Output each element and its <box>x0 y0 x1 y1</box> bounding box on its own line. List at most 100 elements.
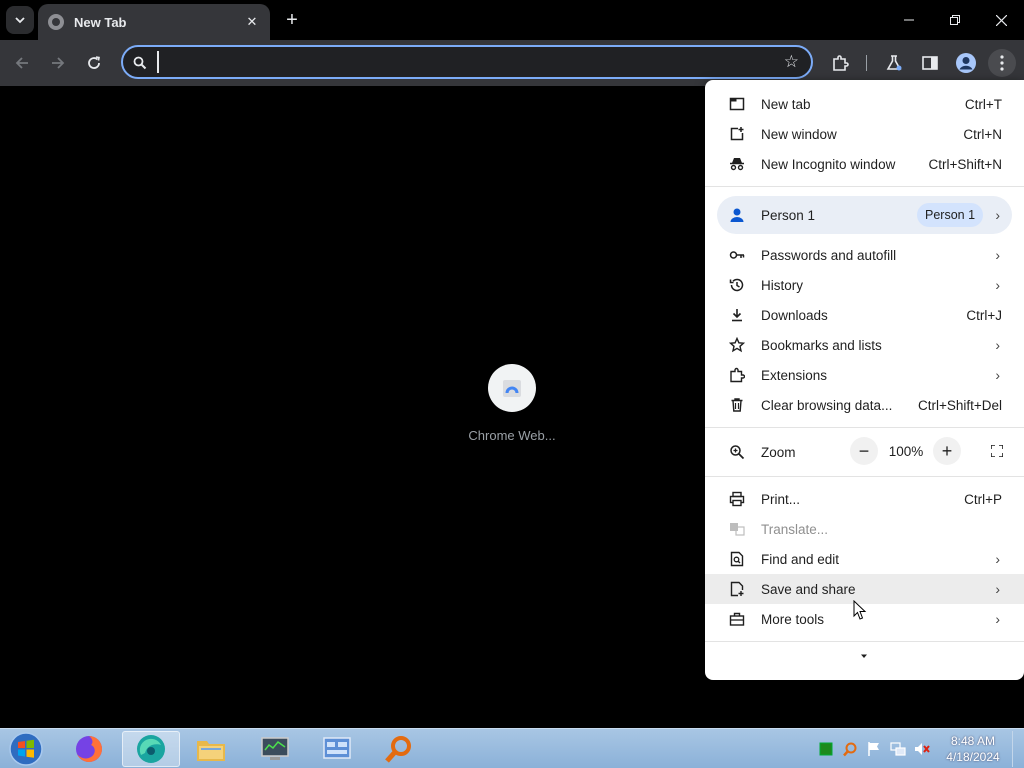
globe-icon <box>48 14 64 30</box>
find-page-icon <box>729 551 745 567</box>
fullscreen-button[interactable] <box>983 437 1011 465</box>
minimize-icon <box>904 19 914 21</box>
taskbar-app-search[interactable] <box>370 731 428 767</box>
menu-item-incognito[interactable]: New Incognito window Ctrl+Shift+N <box>705 149 1024 179</box>
caret-down-icon[interactable] <box>860 652 868 660</box>
reload-icon <box>88 56 100 69</box>
history-icon <box>729 277 745 293</box>
menu-item-downloads[interactable]: Downloads Ctrl+J <box>705 300 1024 330</box>
arrow-right-icon <box>52 57 65 69</box>
chevron-right-icon: › <box>995 551 1000 567</box>
trash-icon <box>729 397 745 413</box>
network-icon[interactable] <box>890 741 906 757</box>
zoom-value: 100% <box>888 444 924 459</box>
windows-logo-icon <box>9 732 43 766</box>
restore-button[interactable] <box>932 0 978 40</box>
download-icon <box>729 307 745 323</box>
mouse-cursor-icon <box>853 600 867 620</box>
reload-button[interactable] <box>80 49 108 77</box>
person-icon <box>729 207 745 228</box>
tray-magnifier-icon[interactable] <box>842 741 858 757</box>
more-vert-icon <box>1000 55 1004 71</box>
new-tab-icon <box>729 96 745 112</box>
taskbar-explorer[interactable] <box>182 731 240 767</box>
extensions-button[interactable] <box>826 49 854 77</box>
shortcut-favicon <box>488 364 536 412</box>
flask-icon <box>886 55 902 71</box>
chrome-menu: New tab Ctrl+T New window Ctrl+N New Inc… <box>705 80 1024 680</box>
forward-button[interactable] <box>44 49 72 77</box>
close-icon[interactable]: ✕ <box>244 14 260 30</box>
browser-icon <box>137 735 165 763</box>
tab-search-button[interactable] <box>6 6 34 34</box>
star-icon <box>729 337 745 353</box>
folder-icon <box>197 741 225 761</box>
chevron-right-icon: › <box>995 611 1000 627</box>
menu-item-passwords[interactable]: Passwords and autofill › <box>705 240 1024 270</box>
shortcut-label: Chrome Web... <box>468 428 556 443</box>
chevron-down-icon <box>15 17 25 24</box>
taskbar-chrome[interactable] <box>122 731 180 767</box>
save-page-icon <box>729 581 745 597</box>
translate-icon <box>729 521 745 537</box>
avatar-icon <box>956 53 976 73</box>
labs-button[interactable] <box>880 49 908 77</box>
show-desktop-button[interactable] <box>1012 731 1022 767</box>
shortcut-tile[interactable]: Chrome Web... <box>460 364 564 443</box>
close-icon <box>995 14 1007 26</box>
magnifier-icon <box>385 736 411 763</box>
toolbar-separator <box>866 55 867 71</box>
menu-divider <box>705 641 1024 642</box>
tab-strip: New Tab ✕ + <box>0 0 1024 40</box>
start-button[interactable] <box>6 731 46 767</box>
menu-divider <box>705 427 1024 428</box>
back-button[interactable] <box>8 49 36 77</box>
chrome-menu-button[interactable] <box>988 49 1016 77</box>
monitor-icon <box>261 737 289 760</box>
control-panel-icon <box>323 737 351 759</box>
taskbar: 8:48 AM 4/18/2024 <box>0 728 1024 768</box>
new-window-icon <box>729 126 745 142</box>
minimize-button[interactable] <box>886 0 932 40</box>
tab-new-tab[interactable]: New Tab ✕ <box>38 4 270 40</box>
taskbar-clock[interactable]: 8:48 AM 4/18/2024 <box>940 733 1006 765</box>
bookmark-star-icon[interactable]: ☆ <box>784 52 799 72</box>
side-panel-button[interactable] <box>916 49 944 77</box>
incognito-icon <box>729 156 745 172</box>
menu-item-clear-data[interactable]: Clear browsing data... Ctrl+Shift+Del <box>705 390 1024 420</box>
menu-item-history[interactable]: History › <box>705 270 1024 300</box>
side-panel-icon <box>922 56 938 70</box>
taskbar-firefox[interactable] <box>60 731 118 767</box>
printer-icon <box>729 491 745 507</box>
toolbox-icon <box>729 611 745 627</box>
menu-divider <box>705 186 1024 187</box>
menu-item-extensions[interactable]: Extensions › <box>705 360 1024 390</box>
menu-item-profile[interactable]: Person 1 Person 1 › <box>717 196 1012 234</box>
omnibox[interactable]: ☆ <box>121 45 813 79</box>
omnibox-input[interactable] <box>157 51 757 73</box>
new-tab-button[interactable]: + <box>280 8 304 32</box>
menu-item-translate: Translate... <box>705 514 1024 544</box>
flag-icon[interactable] <box>866 741 882 757</box>
menu-item-bookmarks[interactable]: Bookmarks and lists › <box>705 330 1024 360</box>
zoom-in-button[interactable]: + <box>933 437 961 465</box>
arrow-left-icon <box>15 57 28 69</box>
menu-item-new-window[interactable]: New window Ctrl+N <box>705 119 1024 149</box>
volume-muted-icon[interactable] <box>914 741 930 757</box>
taskbar-app-control[interactable] <box>308 731 366 767</box>
close-window-button[interactable] <box>978 0 1024 40</box>
tray-green-icon[interactable] <box>818 741 834 757</box>
firefox-icon <box>76 736 102 762</box>
zoom-out-button[interactable]: − <box>850 437 878 465</box>
chevron-right-icon: › <box>995 207 1000 223</box>
clock-time: 8:48 AM <box>950 734 996 748</box>
menu-item-print[interactable]: Print... Ctrl+P <box>705 484 1024 514</box>
clock-date: 4/18/2024 <box>946 750 1000 764</box>
profile-button[interactable] <box>952 49 980 77</box>
profile-badge: Person 1 <box>917 203 984 227</box>
menu-item-new-tab[interactable]: New tab Ctrl+T <box>705 89 1024 119</box>
menu-item-find-edit[interactable]: Find and edit › <box>705 544 1024 574</box>
chevron-right-icon: › <box>995 277 1000 293</box>
tab-title: New Tab <box>74 14 127 30</box>
taskbar-app-monitor[interactable] <box>246 731 304 767</box>
